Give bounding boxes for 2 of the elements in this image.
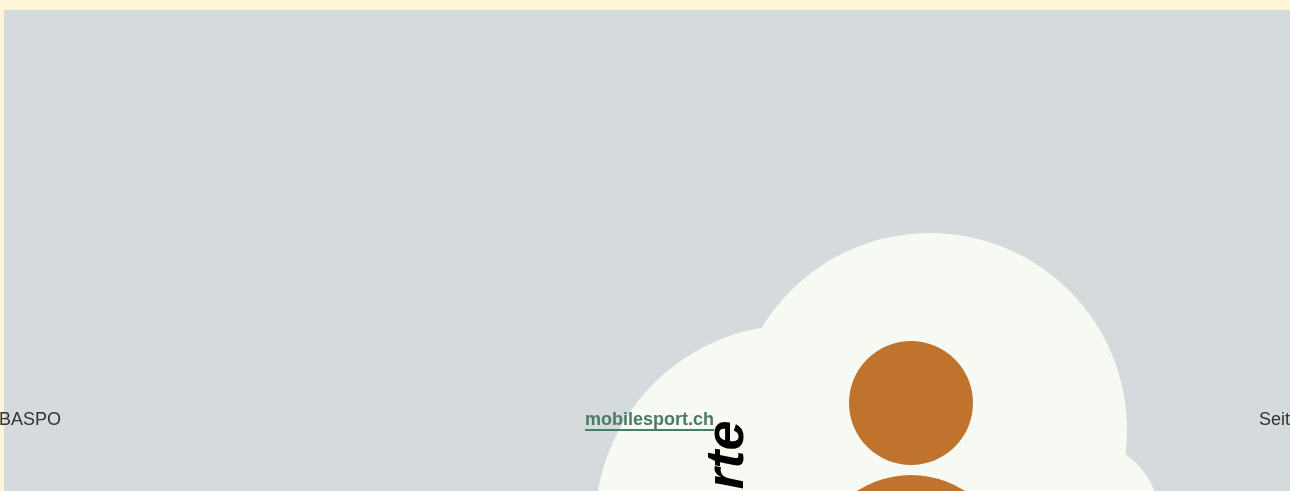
organization-label: BASPO [0,408,62,431]
page-label: Seit [1258,408,1290,431]
